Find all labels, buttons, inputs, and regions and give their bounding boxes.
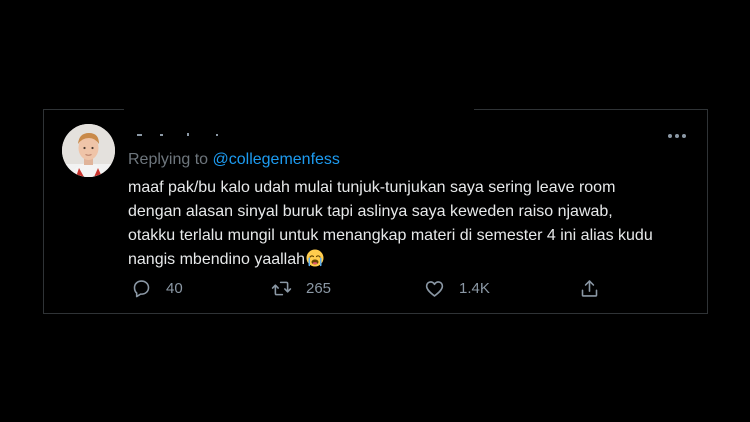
retweet-icon <box>271 281 292 295</box>
replying-to: Replying to @collegemenfess <box>128 151 340 169</box>
screenshot-stage: Replying to @collegemenfess maaf pak/bu … <box>0 0 750 422</box>
retweet-count: 265 <box>306 279 332 297</box>
card-top-border <box>44 109 124 110</box>
card-top-border <box>474 109 707 110</box>
more-icon <box>668 134 672 138</box>
mention-link[interactable]: @collegemenfess <box>213 151 340 168</box>
tweet-text: maaf pak/bu kalo udah mulai tunjuk-tunju… <box>128 176 698 272</box>
retweet-button[interactable]: 265 <box>271 276 331 300</box>
avatar-image <box>62 124 115 177</box>
reply-count: 40 <box>166 279 183 297</box>
tweet-text-line: nangis mbendino yaallah <box>128 251 306 268</box>
replying-prefix: Replying to <box>128 151 213 168</box>
avatar[interactable] <box>62 124 115 177</box>
like-button[interactable]: 1.4K <box>424 276 490 300</box>
header-clipped-fragment <box>137 133 218 136</box>
reply-button[interactable]: 40 <box>131 276 183 300</box>
share-button[interactable] <box>579 276 600 300</box>
reply-icon <box>133 279 150 297</box>
share-icon <box>581 279 598 297</box>
heart-icon <box>425 280 444 297</box>
more-icon <box>675 134 679 138</box>
tweet-card[interactable]: Replying to @collegemenfess maaf pak/bu … <box>43 109 708 314</box>
tweet-text-line: dengan alasan sinyal buruk tapi aslinya … <box>128 203 613 220</box>
tweet-text-line: otakku terlalu mungil untuk menangkap ma… <box>128 227 653 244</box>
tweet-text-line-last: nangis mbendino yaallah <box>128 248 698 272</box>
tweet-text-line: maaf pak/bu kalo udah mulai tunjuk-tunju… <box>128 179 616 196</box>
more-icon <box>682 134 686 138</box>
tweet-actions: 40 265 1.4K <box>128 276 608 300</box>
more-button[interactable] <box>664 127 690 145</box>
like-count: 1.4K <box>459 279 490 297</box>
loudly-crying-face-emoji-icon <box>306 249 324 267</box>
